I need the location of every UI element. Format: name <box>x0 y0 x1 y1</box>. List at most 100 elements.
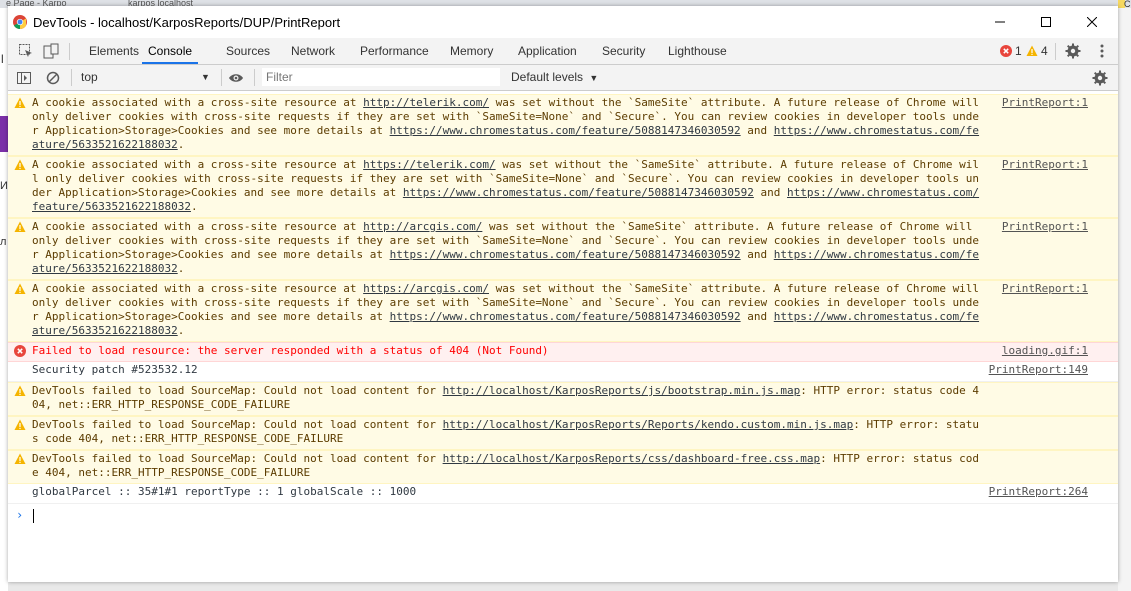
settings-gear-icon[interactable] <box>1065 43 1081 59</box>
message-link[interactable]: https://www.chromestatus.com/feature/508… <box>390 248 741 261</box>
console-message-log: globalParcel :: 35#1#1 reportType :: 1 g… <box>8 484 1118 504</box>
message-text: A cookie associated with a cross-site re… <box>32 282 982 338</box>
tab-performance[interactable]: Performance <box>360 38 429 64</box>
toolbar-separator <box>254 69 255 86</box>
console-message-warn: DevTools failed to load SourceMap: Could… <box>8 416 1118 450</box>
message-source-link[interactable]: PrintReport:1 <box>1002 158 1088 172</box>
console-message-log: Security patch #523532.12 PrintReport:149 <box>8 362 1118 382</box>
background-purple-block <box>0 116 8 152</box>
message-link[interactable]: http://localhost/KarposReports/js/bootst… <box>443 384 801 397</box>
message-text-part: . <box>177 262 185 275</box>
message-text-part: DevTools failed to load SourceMap: Could… <box>32 452 443 465</box>
filter-input[interactable] <box>262 68 500 86</box>
tab-memory[interactable]: Memory <box>450 38 493 64</box>
minimize-button[interactable] <box>977 6 1023 38</box>
background-page-left <box>0 8 8 591</box>
background-fragment-1: l <box>1 52 4 66</box>
message-source-link[interactable]: PrintReport:149 <box>989 363 1088 377</box>
background-fragment-2: И <box>0 180 8 192</box>
background-page-right <box>1118 8 1131 591</box>
tab-separator-right <box>1055 43 1056 60</box>
title-bar: DevTools - localhost/KarposReports/DUP/P… <box>8 6 1118 38</box>
console-settings-gear-icon[interactable] <box>1092 70 1108 86</box>
sidebar-toggle-icon[interactable] <box>16 70 32 86</box>
message-link[interactable]: https://arcgis.com/ <box>363 282 489 295</box>
log-levels-label: Default levels <box>511 70 584 84</box>
message-link[interactable]: https://telerik.com/ <box>363 158 495 171</box>
console-message-warn: A cookie associated with a cross-site re… <box>8 218 1118 280</box>
maximize-button[interactable] <box>1023 6 1069 38</box>
message-link[interactable]: http://telerik.com/ <box>363 96 489 109</box>
warning-icon <box>1026 45 1038 56</box>
error-icon <box>14 345 26 357</box>
message-link[interactable]: https://www.chromestatus.com/feature/508… <box>390 310 741 323</box>
console-message-warn: DevTools failed to load SourceMap: Could… <box>8 450 1118 484</box>
message-link[interactable]: http://localhost/KarposReports/Reports/k… <box>443 418 854 431</box>
tab-network[interactable]: Network <box>291 38 335 64</box>
console-message-warn: A cookie associated with a cross-site re… <box>8 156 1118 218</box>
panel-tab-bar: Elements Console Sources Network Perform… <box>8 38 1118 65</box>
message-text: Failed to load resource: the server resp… <box>32 344 982 358</box>
maximize-icon <box>1041 17 1051 27</box>
message-text-part: and <box>753 186 787 199</box>
warning-icon <box>14 453 26 464</box>
tab-security[interactable]: Security <box>602 38 645 64</box>
message-source-link[interactable]: loading.gif:1 <box>1002 344 1088 358</box>
message-text-part: Failed to load resource: the server resp… <box>32 344 549 357</box>
message-text-part: . <box>177 324 185 337</box>
devtools-window: DevTools - localhost/KarposReports/DUP/P… <box>8 6 1118 582</box>
message-text: Security patch #523532.12 <box>32 363 982 377</box>
warning-icon <box>14 283 26 294</box>
toolbar-separator <box>71 69 72 86</box>
tab-application[interactable]: Application <box>518 38 577 64</box>
close-icon <box>1087 17 1097 27</box>
message-link[interactable]: https://www.chromestatus.com/feature/508… <box>403 186 754 199</box>
message-text-part: DevTools failed to load SourceMap: Could… <box>32 384 443 397</box>
device-toolbar-icon[interactable] <box>43 43 59 59</box>
error-icon <box>1000 45 1012 57</box>
message-text: DevTools failed to load SourceMap: Could… <box>32 384 982 412</box>
message-source-link[interactable]: PrintReport:1 <box>1002 282 1088 296</box>
tab-console[interactable]: Console <box>142 38 199 64</box>
console-message-warn: DevTools failed to load SourceMap: Could… <box>8 382 1118 416</box>
message-text: DevTools failed to load SourceMap: Could… <box>32 418 982 446</box>
message-text-part: and <box>740 124 774 137</box>
tab-elements[interactable]: Elements <box>89 38 139 64</box>
message-text-part: A cookie associated with a cross-site re… <box>32 220 364 233</box>
error-counter[interactable]: 1 <box>1000 44 1022 58</box>
message-text: globalParcel :: 35#1#1 reportType :: 1 g… <box>32 485 982 499</box>
message-text-part: A cookie associated with a cross-site re… <box>32 282 364 295</box>
background-fragment-3: л <box>0 236 7 248</box>
message-text: A cookie associated with a cross-site re… <box>32 158 982 214</box>
more-options-icon[interactable] <box>1094 43 1110 59</box>
warning-icon <box>14 419 26 430</box>
message-text-part: and <box>740 310 774 323</box>
message-link[interactable]: http://arcgis.com/ <box>363 220 482 233</box>
context-dropdown-icon[interactable]: ▼ <box>201 72 210 82</box>
message-source-link[interactable]: PrintReport:264 <box>989 485 1088 499</box>
message-text: A cookie associated with a cross-site re… <box>32 96 982 152</box>
console-input-caret[interactable] <box>33 509 34 523</box>
message-link[interactable]: https://www.chromestatus.com/feature/508… <box>390 124 741 137</box>
message-text-part: A cookie associated with a cross-site re… <box>32 158 364 171</box>
console-messages: › A cookie associated with a cross-site … <box>8 91 1118 582</box>
inspect-element-icon[interactable] <box>18 43 34 59</box>
tab-sources[interactable]: Sources <box>226 38 270 64</box>
chrome-logo-icon <box>13 15 27 29</box>
context-selector[interactable]: top <box>81 70 98 84</box>
message-source-link[interactable]: PrintReport:1 <box>1002 96 1088 110</box>
close-button[interactable] <box>1069 6 1115 38</box>
warning-count: 4 <box>1041 44 1048 58</box>
message-source-link[interactable]: PrintReport:1 <box>1002 220 1088 234</box>
tab-lighthouse[interactable]: Lighthouse <box>668 38 727 64</box>
clear-console-icon[interactable] <box>45 70 61 86</box>
log-levels-chevron-icon: ▼ <box>589 73 599 83</box>
warning-counter[interactable]: 4 <box>1026 44 1048 58</box>
console-message-error: Failed to load resource: the server resp… <box>8 342 1118 362</box>
error-count: 1 <box>1015 44 1022 58</box>
minimize-icon <box>995 21 1005 23</box>
console-prompt-chevron-icon: › <box>16 508 24 522</box>
message-link[interactable]: http://localhost/KarposReports/css/dashb… <box>443 452 821 465</box>
live-expression-eye-icon[interactable] <box>228 70 244 86</box>
log-levels-dropdown[interactable]: Default levels ▼ <box>511 70 598 84</box>
